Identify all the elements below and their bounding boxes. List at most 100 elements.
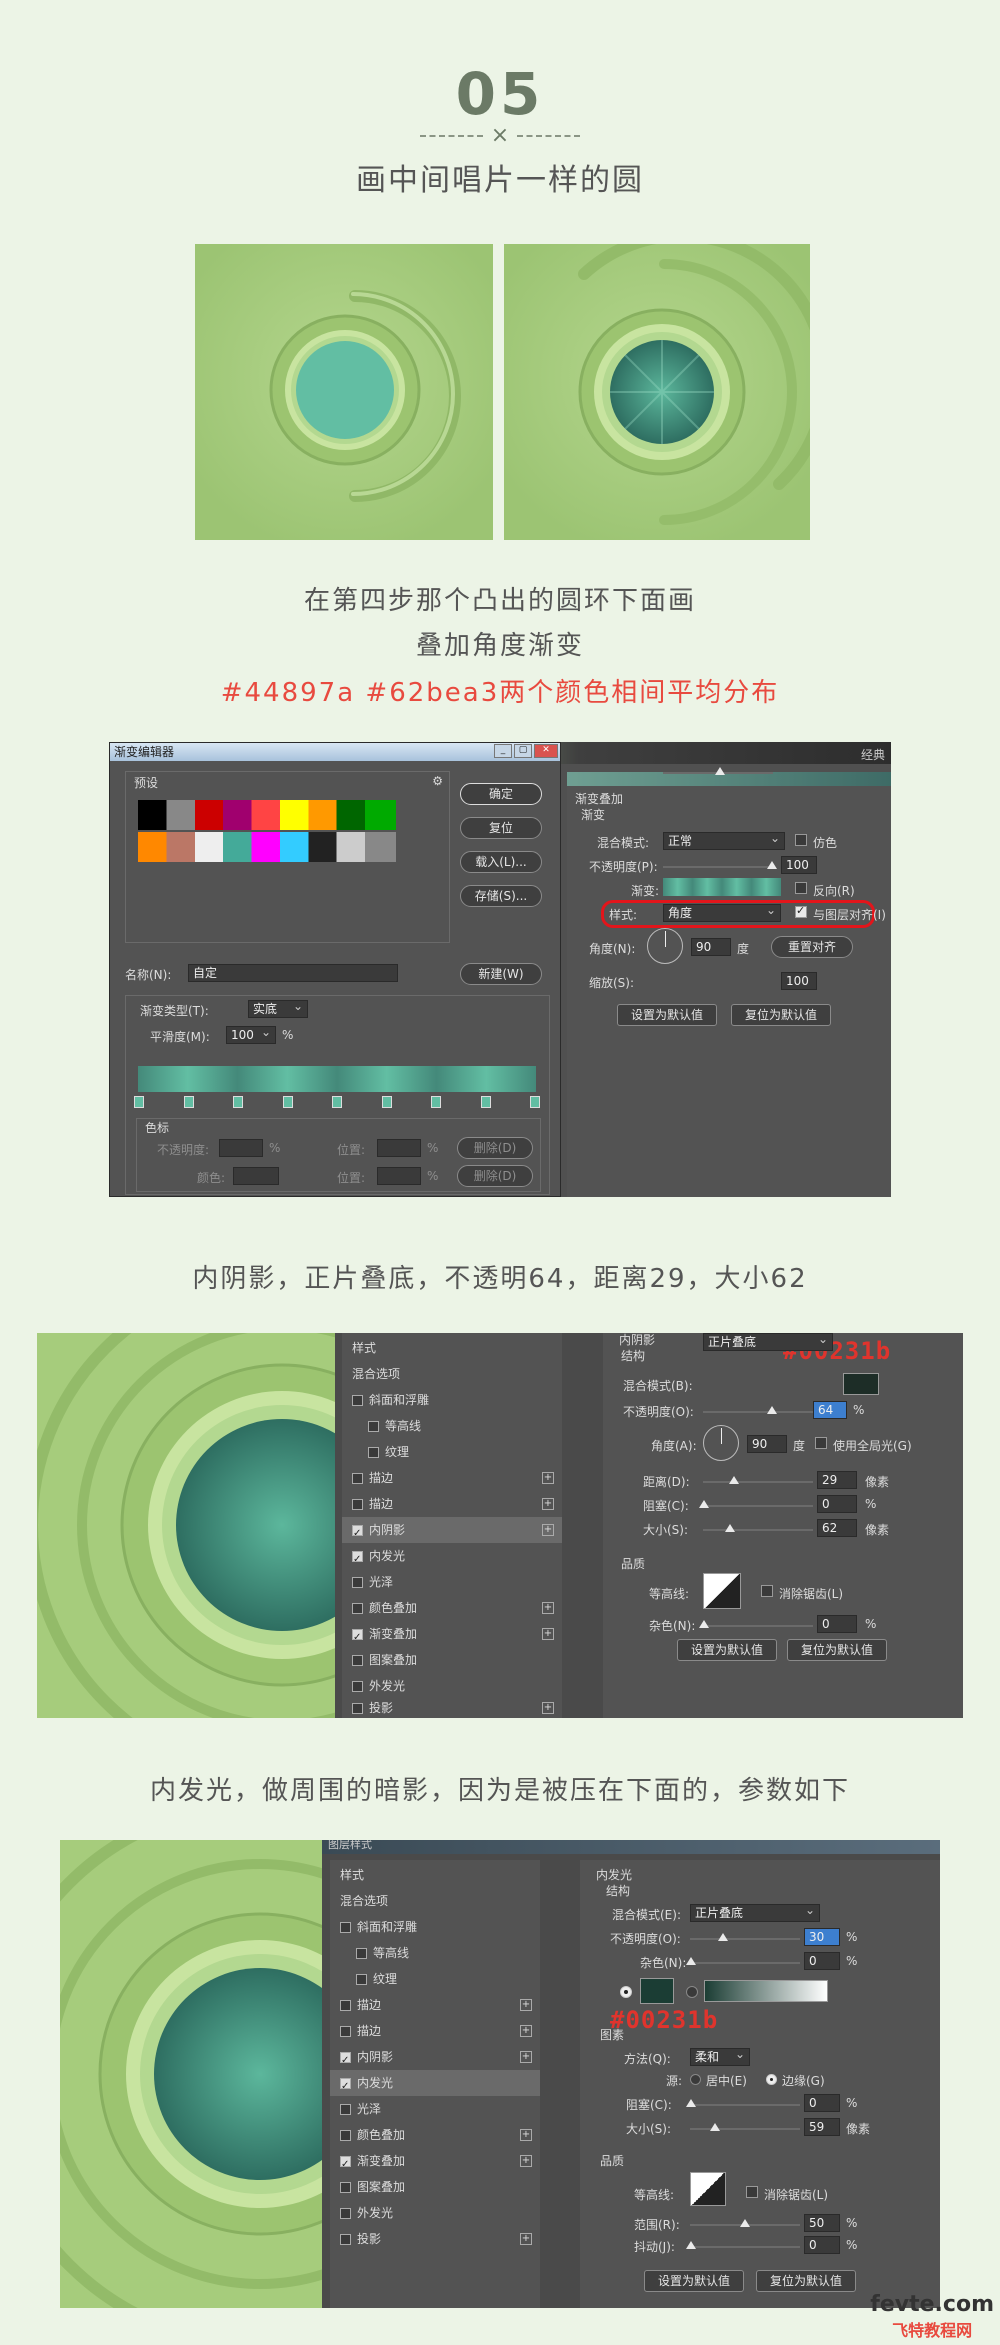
is-make-default-button[interactable]: 设置为默认值 — [677, 1639, 777, 1661]
stop-color-position-input[interactable] — [377, 1167, 421, 1185]
style-inner-shadow[interactable]: 内阴影 + — [342, 1517, 562, 1547]
style-contour[interactable]: 等高线 — [342, 1413, 562, 1439]
style-pattern-overlay[interactable]: 图案叠加 — [342, 1647, 562, 1673]
angle-dial[interactable] — [647, 928, 683, 964]
overlay-gradient-swatch[interactable] — [663, 878, 781, 896]
style-outer-glow[interactable]: 外发光 — [330, 2200, 540, 2226]
overlay-opacity-input[interactable]: 100 — [781, 856, 817, 874]
ig-choke-input[interactable]: 0 — [804, 2094, 840, 2112]
style-satin[interactable]: 光泽 — [342, 1569, 562, 1595]
is-opacity-slider[interactable] — [703, 1406, 813, 1414]
checkbox[interactable] — [368, 1447, 379, 1458]
checkbox[interactable] — [340, 2104, 351, 2115]
name-input[interactable]: 自定 — [188, 964, 398, 982]
ig-antialias-checkbox[interactable] — [746, 2186, 758, 2198]
ig-noise-input[interactable]: 0 — [804, 1952, 840, 1970]
preset-row-2[interactable] — [138, 832, 396, 862]
checkbox[interactable] — [352, 1577, 363, 1588]
reverse-checkbox[interactable] — [795, 882, 807, 894]
checkbox[interactable] — [340, 2048, 351, 2074]
stop-position-input[interactable] — [377, 1139, 421, 1157]
stop-color-swatch[interactable] — [233, 1167, 279, 1185]
checkbox[interactable] — [340, 2208, 351, 2219]
add-icon[interactable]: + — [520, 2233, 532, 2245]
is-antialias-checkbox[interactable] — [761, 1585, 773, 1597]
reset-default-button[interactable]: 复位为默认值 — [731, 1004, 831, 1026]
style-contour[interactable]: 等高线 — [330, 1940, 540, 1966]
slider-thumb[interactable] — [710, 2123, 720, 2131]
checkbox[interactable] — [352, 1521, 363, 1547]
slider-thumb[interactable] — [699, 1620, 709, 1628]
is-contour-swatch[interactable] — [703, 1573, 741, 1609]
ig-center-radio[interactable] — [690, 2074, 701, 2085]
make-default-button[interactable]: 设置为默认值 — [617, 1004, 717, 1026]
checkbox[interactable] — [340, 1922, 351, 1933]
ok-button[interactable]: 确定 — [460, 783, 542, 805]
style-bevel-emboss[interactable]: 斜面和浮雕 — [330, 1914, 540, 1940]
reset-button[interactable]: 复位 — [460, 817, 542, 839]
color-stop[interactable] — [134, 1096, 144, 1108]
style-inner-shadow[interactable]: 内阴影 + — [330, 2044, 540, 2074]
is-reset-default-button[interactable]: 复位为默认值 — [787, 1639, 887, 1661]
style-gradient-overlay[interactable]: 渐变叠加 + — [330, 2148, 540, 2178]
checkbox[interactable] — [352, 1681, 363, 1692]
slider-thumb[interactable] — [686, 1957, 696, 1965]
color-stop[interactable] — [282, 1096, 293, 1108]
is-angle-dial[interactable] — [703, 1425, 739, 1461]
color-stop[interactable] — [381, 1096, 392, 1108]
checkbox[interactable] — [356, 1974, 367, 1985]
ig-opacity-input[interactable]: 30 — [804, 1928, 840, 1946]
checkbox[interactable] — [356, 1948, 367, 1959]
is-opacity-input[interactable]: 64 — [813, 1401, 847, 1419]
ig-opacity-slider[interactable] — [690, 1933, 800, 1941]
save-button[interactable]: 存储(S)... — [460, 885, 542, 907]
overlay-angle-input[interactable]: 90 — [691, 938, 731, 956]
overlay-style-select[interactable]: 角度 — [663, 902, 781, 922]
checkbox[interactable] — [352, 1499, 363, 1510]
add-icon[interactable]: + — [542, 1472, 554, 1484]
style-drop-shadow[interactable]: 投影 + — [330, 2226, 540, 2252]
slider-thumb[interactable] — [725, 1524, 735, 1532]
smooth-select[interactable]: 100 — [226, 1024, 276, 1044]
add-icon[interactable]: + — [542, 1524, 554, 1536]
ig-make-default-button[interactable]: 设置为默认值 — [644, 2270, 744, 2292]
slider-thumb[interactable] — [699, 1500, 709, 1508]
is-distance-input[interactable]: 29 — [817, 1471, 857, 1489]
add-icon[interactable]: + — [520, 2129, 532, 2141]
slider-thumb[interactable] — [718, 1933, 728, 1941]
ig-blend-select[interactable]: 正片叠底 — [690, 1902, 820, 1922]
ig-technique-select[interactable]: 柔和 — [690, 2046, 750, 2066]
color-stop[interactable] — [431, 1096, 441, 1108]
delete-color-stop-button[interactable]: 删除(D) — [457, 1165, 533, 1187]
is-blend-select[interactable]: 正片叠底 — [703, 1333, 833, 1351]
is-global-light-checkbox[interactable] — [815, 1437, 827, 1449]
ig-jitter-slider[interactable] — [686, 2241, 800, 2249]
checkbox[interactable] — [340, 2234, 351, 2245]
style-texture[interactable]: 纹理 — [330, 1966, 540, 1992]
style-stroke-1[interactable]: 描边 + — [330, 1992, 540, 2018]
style-blend-options[interactable]: 混合选项 — [342, 1361, 562, 1387]
style-texture[interactable]: 纹理 — [342, 1439, 562, 1465]
overlay-opacity-slider[interactable] — [663, 861, 777, 869]
is-choke-slider[interactable] — [699, 1500, 813, 1508]
checkbox[interactable] — [340, 2130, 351, 2141]
add-icon[interactable]: + — [520, 2051, 532, 2063]
style-inner-glow[interactable]: 内发光 — [330, 2070, 540, 2100]
ig-range-slider[interactable] — [690, 2219, 800, 2227]
add-icon[interactable]: + — [542, 1602, 554, 1614]
style-stroke-2[interactable]: 描边 + — [330, 2018, 540, 2044]
color-stop[interactable] — [332, 1096, 342, 1108]
ig-color-swatch[interactable] — [640, 1978, 674, 2004]
color-stop[interactable] — [183, 1096, 194, 1108]
new-button[interactable]: 新建(W) — [460, 963, 542, 985]
style-stroke-1[interactable]: 描边 + — [342, 1465, 562, 1491]
align-checkbox[interactable] — [795, 904, 807, 918]
stop-opacity-input[interactable] — [219, 1139, 263, 1157]
reset-align-button[interactable]: 重置对齐 — [771, 936, 853, 958]
ig-size-input[interactable]: 59 — [804, 2118, 840, 2136]
preset-row-1[interactable] — [138, 800, 396, 830]
checkbox[interactable] — [340, 2074, 351, 2100]
overlay-blend-select[interactable]: 正常 — [663, 830, 785, 850]
checkbox[interactable] — [352, 1547, 363, 1573]
ig-gradient-swatch[interactable] — [704, 1980, 828, 2002]
